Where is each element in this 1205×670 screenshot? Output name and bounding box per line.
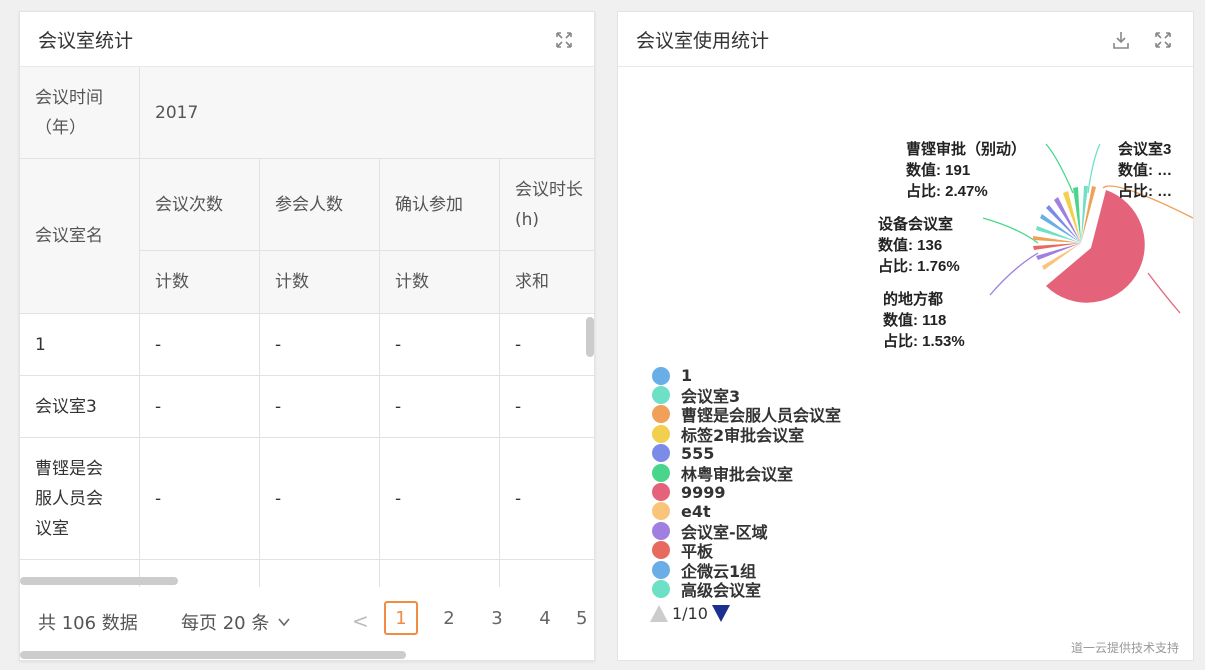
meeting-room-usage-panel: 会议室使用统计 曹铿审批（别动） 数值: 191 占比: 2.47% 会议室3 …	[617, 11, 1194, 661]
legend-prev-arrow-icon[interactable]	[650, 605, 668, 622]
table-cell: -	[500, 376, 594, 438]
leader-line	[1087, 143, 1101, 194]
tech-support-note: 道一云提供技术支持	[1070, 641, 1179, 655]
panel-header: 会议室统计	[20, 12, 594, 67]
table-cell: -	[140, 438, 260, 560]
table-cell: -	[380, 314, 500, 376]
legend-label: 高级会议室	[681, 581, 762, 600]
legend-item[interactable]: 标签2审批会议室	[652, 424, 841, 445]
table-cell: -	[500, 438, 594, 560]
legend-pager: 1/10	[650, 604, 730, 623]
leader-line	[1147, 272, 1181, 314]
pie-label-pct: 占比: 1.53%	[883, 332, 965, 350]
pivot-table: 会议时间 （年） 2017 会议室名 会议次数 参会人数 确认参加 会议时长 (…	[20, 67, 594, 587]
legend-label: 林粤审批会议室	[681, 464, 794, 484]
pie-label-value: 数值: 136	[878, 236, 942, 254]
panel-title: 会议室使用统计	[636, 29, 770, 52]
legend-color-dot	[652, 386, 670, 405]
pie-slice	[1033, 236, 1081, 243]
total-count: 共 106 数据	[38, 613, 138, 634]
page-button-5[interactable]: 5	[576, 601, 594, 635]
table-cell: -	[260, 314, 380, 376]
legend-color-dot	[652, 366, 670, 385]
legend-color-dot	[652, 483, 670, 502]
pie-label-name: 曹铿审批（别动）	[906, 140, 1026, 158]
table-cell: -	[380, 376, 500, 438]
legend-item[interactable]: 9999	[652, 482, 841, 502]
legend-item[interactable]: 高级会议室	[652, 579, 841, 600]
time-header-cell: 会议时间 （年）	[20, 67, 140, 159]
pie-label-pct: 占比: …	[1118, 182, 1172, 200]
aggregate-header: 计数	[260, 251, 380, 314]
page-button-1[interactable]: 1	[384, 601, 418, 635]
meeting-room-stats-panel: 会议室统计 会议时间 （年） 2017 会议室名 会议次数 参会人数 确认参加 …	[19, 11, 595, 661]
table-row-name: 会议室3	[20, 376, 140, 438]
legend-color-dot	[652, 579, 670, 598]
fullscreen-icon[interactable]	[1153, 30, 1173, 50]
column-header: 会议次数	[140, 159, 260, 251]
table-cell	[500, 560, 594, 587]
page-button-4[interactable]: 4	[528, 601, 562, 635]
pagination: 共 106 数据 每页 20 条 < 1 2 3 4 5	[20, 597, 594, 647]
legend-color-dot	[652, 502, 670, 521]
chart-legend: 1 会议室3 曹铿是会服人员会议室 标签2审批会议室 555 林粤审批会议室 9999 e4t…	[652, 366, 841, 600]
pie-label-name: 会议室3	[1118, 140, 1171, 158]
pie-label-name: 设备会议室	[878, 215, 953, 233]
page-button-2[interactable]: 2	[432, 601, 466, 635]
legend-color-dot	[652, 424, 670, 443]
pie-label-value: 数值: …	[1118, 161, 1172, 179]
chevron-down-icon	[278, 618, 290, 627]
table-cell: -	[140, 314, 260, 376]
column-header: 会议时长 (h)	[500, 159, 594, 251]
panel-horizontal-scrollbar[interactable]	[20, 651, 406, 659]
pie-chart: 曹铿审批（别动） 数值: 191 占比: 2.47% 会议室3 数值: … 占比…	[878, 140, 1193, 350]
legend-color-dot	[652, 560, 670, 579]
aggregate-header: 求和	[500, 251, 594, 314]
leader-line	[1045, 143, 1074, 194]
table-cell	[260, 560, 380, 587]
room-name-header: 会议室名	[20, 159, 140, 314]
pie-label-pct: 占比: 2.47%	[906, 182, 988, 200]
table-cell: -	[260, 438, 380, 560]
pie-label-value: 数值: 191	[906, 161, 970, 179]
legend-color-dot	[652, 521, 670, 540]
page-size-select[interactable]: 每页 20 条	[181, 609, 291, 635]
legend-page-indicator: 1/10	[672, 604, 708, 623]
table-row-name: 曹铿是会 服人员会 议室	[20, 438, 140, 560]
table-vertical-scrollbar[interactable]	[586, 317, 594, 357]
column-header: 参会人数	[260, 159, 380, 251]
pie-label-name: 的地方都	[883, 290, 943, 308]
panel-title: 会议室统计	[38, 29, 134, 52]
legend-label: 9999	[681, 482, 726, 502]
column-header: 确认参加	[380, 159, 500, 251]
legend-color-dot	[652, 444, 670, 463]
pie-label-value: 数值: 118	[883, 311, 946, 329]
panel-header: 会议室使用统计	[618, 12, 1193, 67]
legend-next-arrow-icon[interactable]	[711, 605, 730, 622]
year-cell: 2017	[140, 67, 594, 159]
table-cell: -	[500, 314, 594, 376]
leader-line	[989, 252, 1039, 296]
table-row-name: 1	[20, 314, 140, 376]
fullscreen-icon[interactable]	[554, 30, 574, 50]
leader-line	[982, 217, 1039, 244]
legend-color-dot	[652, 541, 670, 560]
pie-slice	[1033, 243, 1081, 250]
legend-item[interactable]: 林粤审批会议室	[652, 463, 841, 484]
aggregate-header: 计数	[140, 251, 260, 314]
aggregate-header: 计数	[380, 251, 500, 314]
table-horizontal-scrollbar[interactable]	[20, 577, 178, 585]
legend-color-dot	[652, 405, 670, 424]
table-cell: -	[140, 376, 260, 438]
table-cell: -	[260, 376, 380, 438]
legend-color-dot	[652, 463, 670, 482]
pie-slice	[1073, 187, 1081, 243]
table-cell	[380, 560, 500, 587]
pie-label-pct: 占比: 1.76%	[878, 257, 960, 275]
table-cell: -	[380, 438, 500, 560]
prev-page-button[interactable]: <	[352, 609, 369, 633]
page-button-3[interactable]: 3	[480, 601, 514, 635]
legend-label: 标签2审批会议室	[681, 425, 805, 445]
download-icon[interactable]	[1111, 30, 1131, 50]
